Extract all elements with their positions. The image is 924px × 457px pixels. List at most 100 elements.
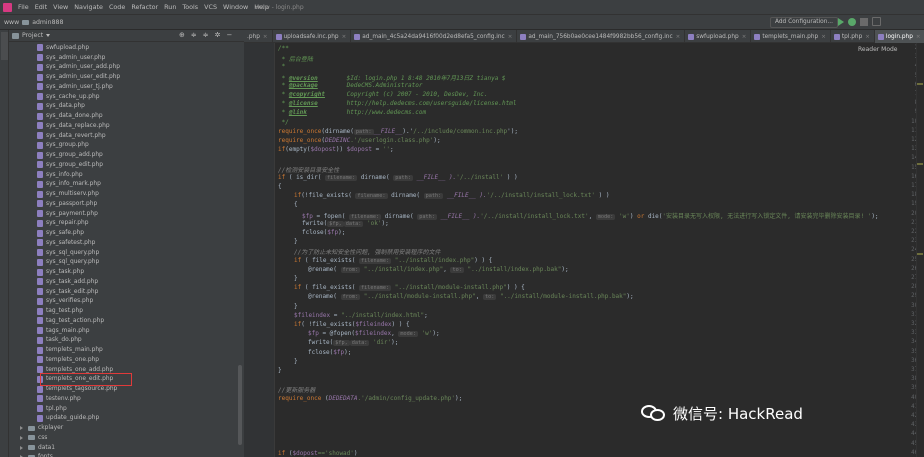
tree-file[interactable]: testenv.php: [9, 394, 237, 404]
close-icon[interactable]: ×: [742, 34, 747, 40]
menu-window[interactable]: Window: [220, 3, 251, 11]
tree-file[interactable]: sys_info.php: [9, 170, 237, 180]
tree-file[interactable]: tags_main.php: [9, 326, 237, 336]
tree-file[interactable]: sys_data_done.php: [9, 111, 237, 121]
menu-edit[interactable]: Edit: [32, 3, 50, 11]
tree-file[interactable]: sys_admin_user_add.php: [9, 63, 237, 73]
php-file-icon: [37, 83, 43, 91]
tree-file[interactable]: task_do.php: [9, 336, 237, 346]
close-icon[interactable]: ×: [821, 34, 826, 40]
tab-ad-main-config-1[interactable]: ad_main_4c5a24da9416f00d2ed8efa5_config.…: [351, 30, 518, 43]
php-file-icon: [37, 180, 43, 188]
reader-mode-button[interactable]: Reader Mode: [858, 46, 898, 53]
tree-file[interactable]: sys_safe.php: [9, 228, 237, 238]
tab-login[interactable]: login.php ×: [874, 30, 924, 43]
chevron-down-icon[interactable]: [46, 34, 51, 37]
tab-php[interactable]: .php ×: [244, 30, 273, 43]
menu-tools[interactable]: Tools: [179, 3, 201, 11]
structure-tool-tab[interactable]: [1, 410, 8, 440]
tree-file[interactable]: sys_safetest.php: [9, 238, 237, 248]
search-everywhere-icon[interactable]: [872, 17, 881, 26]
php-file-icon: [688, 33, 695, 40]
tree-file[interactable]: sys_task.php: [9, 267, 237, 277]
tree-file[interactable]: sys_passport.php: [9, 199, 237, 209]
tree-file[interactable]: sys_payment.php: [9, 209, 237, 219]
run-icon[interactable]: [838, 18, 844, 26]
project-tool-tab[interactable]: [1, 32, 8, 60]
code-line: * @link http://www.dedecms.com: [278, 109, 427, 116]
project-panel-title[interactable]: Project: [22, 32, 43, 39]
menu-file[interactable]: File: [15, 3, 32, 11]
tree-file[interactable]: sys_task_add.php: [9, 277, 237, 287]
tree-file[interactable]: sys_admin_user_edit.php: [9, 72, 237, 82]
tree-file[interactable]: sys_repair.php: [9, 219, 237, 229]
tree-file[interactable]: sys_data_revert.php: [9, 131, 237, 141]
breadcrumb-folder[interactable]: admin888: [32, 19, 63, 26]
tree-file[interactable]: sys_admin_user_tj.php: [9, 82, 237, 92]
tree-file[interactable]: sys_admin_user.php: [9, 53, 237, 63]
tree-file[interactable]: sys_info_mark.php: [9, 180, 237, 190]
stop-icon[interactable]: [860, 18, 868, 26]
tree-file[interactable]: swfupload.php: [9, 43, 237, 53]
tree-file[interactable]: sys_group.php: [9, 141, 237, 151]
tree-file[interactable]: sys_group_add.php: [9, 150, 237, 160]
tree-file[interactable]: sys_data.php: [9, 102, 237, 112]
menu-vcs[interactable]: VCS: [201, 3, 220, 11]
tree-folder[interactable]: css: [9, 433, 237, 443]
code-line: require_once(dirname(path: __FILE__).'/..…: [278, 128, 519, 135]
tree-file[interactable]: sys_cache_up.php: [9, 92, 237, 102]
tree-file[interactable]: sys_data_replace.php: [9, 121, 237, 131]
php-file-icon: [37, 102, 43, 110]
close-icon[interactable]: ×: [676, 34, 681, 40]
tree-file[interactable]: tag_test.php: [9, 306, 237, 316]
tree-file[interactable]: tag_test_action.php: [9, 316, 237, 326]
code-line: */: [278, 119, 289, 126]
close-icon[interactable]: ×: [342, 34, 347, 40]
code-line: {: [294, 201, 298, 208]
tree-file[interactable]: sys_group_edit.php: [9, 160, 237, 170]
tree-file[interactable]: sys_task_edit.php: [9, 287, 237, 297]
chevron-right-icon[interactable]: [20, 445, 23, 450]
tree-file[interactable]: sys_verifies.php: [9, 297, 237, 307]
add-configuration-button[interactable]: Add Configuration...: [770, 17, 838, 28]
tab-swfupload[interactable]: swfupload.php ×: [685, 30, 752, 43]
php-file-icon: [37, 161, 43, 169]
close-icon[interactable]: ×: [508, 34, 513, 40]
tree-file[interactable]: sys_sql_query.php: [9, 248, 237, 258]
tree-folder[interactable]: data1: [9, 443, 237, 453]
tab-ad-main-config-2[interactable]: ad_main_756b0ae0cee1484f9982bb56_config.…: [517, 30, 686, 43]
tree-file-selected[interactable]: templets_main.php: [9, 345, 237, 355]
minimize-icon[interactable]: −: [227, 31, 233, 39]
close-icon[interactable]: ×: [916, 34, 921, 40]
menu-view[interactable]: View: [50, 3, 71, 11]
menu-navigate[interactable]: Navigate: [71, 3, 106, 11]
tab-tpl[interactable]: tpl.php ×: [831, 30, 875, 43]
project-scrollbar[interactable]: [238, 365, 242, 445]
tab-templets-main[interactable]: templets_main.php ×: [751, 30, 831, 43]
close-icon[interactable]: ×: [865, 34, 870, 40]
locate-icon[interactable]: ⊕: [179, 31, 185, 39]
collapse-icon[interactable]: ≑: [191, 31, 197, 39]
tree-folder[interactable]: ckplayer: [9, 423, 237, 433]
expand-icon[interactable]: ≑: [203, 31, 209, 39]
gear-icon[interactable]: ✲: [215, 31, 221, 39]
code-editor[interactable]: Reader Mode 2 3 4 5 6 7 8 9 10 11 12 13 …: [244, 43, 924, 457]
menu-code[interactable]: Code: [106, 3, 128, 11]
chevron-right-icon[interactable]: [20, 426, 23, 431]
tree-folder[interactable]: fonts: [9, 453, 237, 457]
close-icon[interactable]: ×: [263, 34, 268, 40]
code-line: require_once (DEDEDATA.'/admin/config_up…: [278, 395, 463, 402]
tab-uploadsafe[interactable]: uploadsafe.inc.php ×: [273, 30, 352, 43]
menu-refactor[interactable]: Refactor: [128, 3, 161, 11]
chevron-right-icon[interactable]: [20, 435, 23, 440]
debug-icon[interactable]: [848, 18, 856, 26]
tree-file[interactable]: update_guide.php: [9, 414, 237, 424]
editor-scrollbar[interactable]: [916, 43, 924, 457]
tree-file[interactable]: tpl.php: [9, 404, 237, 414]
tree-file[interactable]: sys_multiserv.php: [9, 189, 237, 199]
tree-file[interactable]: templets_one.php: [9, 355, 237, 365]
code-line: }: [278, 367, 282, 374]
breadcrumb-root[interactable]: www: [4, 19, 19, 26]
tree-file[interactable]: sys_sql_query.php: [9, 258, 237, 268]
menu-run[interactable]: Run: [161, 3, 179, 11]
